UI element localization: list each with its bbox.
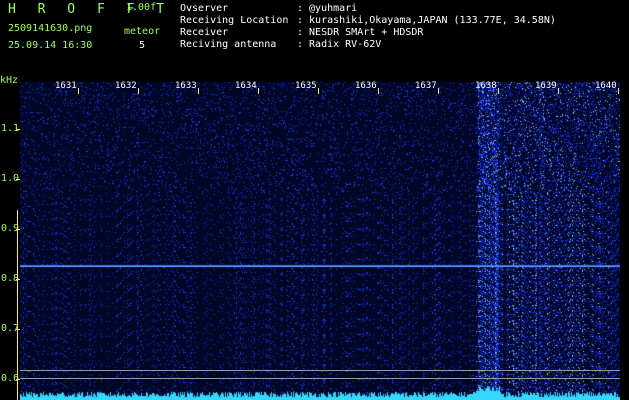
location-key: Receiving Location [180, 15, 289, 26]
receiver-key: Receiver [180, 27, 229, 38]
x-tick-1632: 1632 [115, 81, 137, 91]
receiver-value: : NESDR SMArt + HDSDR [297, 27, 424, 38]
lower-limit-line [20, 370, 620, 371]
x-tick-1639: 1639 [535, 81, 557, 91]
x-tick-1636: 1636 [355, 81, 377, 91]
lower-limit-line-2 [20, 378, 620, 379]
x-tick-1631: 1631 [55, 81, 77, 91]
y-tickmark [16, 179, 20, 180]
y-axis-unit: kHz [0, 75, 19, 86]
capture-datetime: 25.09.14 16:30 [8, 40, 93, 51]
x-tickmark [258, 88, 259, 94]
x-tickmark [498, 88, 499, 94]
observer-key: Ovserver [180, 3, 229, 14]
file-name: 2509141630.png [8, 23, 93, 34]
x-tick-1635: 1635 [295, 81, 317, 91]
x-tickmark [318, 88, 319, 94]
x-tick-1637: 1637 [415, 81, 437, 91]
y-tickmark [16, 129, 20, 130]
spectrogram-canvas [20, 82, 620, 400]
observer-value: : @yuhmari [297, 3, 358, 14]
antenna-key: Reciving antenna [180, 39, 277, 50]
spectrogram-plot [20, 82, 620, 400]
x-tickmark [78, 88, 79, 94]
x-tick-1638: 1638 [475, 81, 497, 91]
meteor-count: 5 [139, 40, 146, 51]
x-tick-1634: 1634 [235, 81, 257, 91]
location-value: : kurashiki,Okayama,JAPAN (133.77E, 34.5… [297, 15, 556, 26]
antenna-value: : Radix RV-62V [297, 39, 382, 50]
left-scale-bar [17, 210, 18, 400]
x-tick-1640: 1640 [595, 81, 617, 91]
header-panel: H R O F F T 1.00f 2509141630.png 25.09.1… [0, 0, 629, 75]
x-tickmark [558, 88, 559, 94]
x-tickmark [378, 88, 379, 94]
x-tickmark [618, 88, 619, 94]
meteor-label: meteor [124, 26, 161, 37]
x-tickmark [438, 88, 439, 94]
x-tickmark [138, 88, 139, 94]
x-tick-1633: 1633 [175, 81, 197, 91]
x-tickmark [198, 88, 199, 94]
app-version: 1.00f [126, 2, 157, 13]
